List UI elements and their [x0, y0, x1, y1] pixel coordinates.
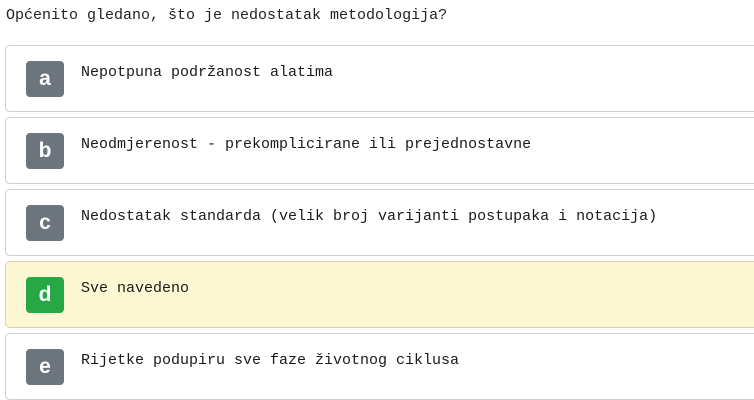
option-letter-badge-c: c: [26, 205, 64, 241]
option-letter-badge-e: e: [26, 349, 64, 385]
option-text-a: Nepotpuna podržanost alatima: [81, 64, 334, 81]
option-text-e: Rijetke podupiru sve faze životnog ciklu…: [81, 352, 460, 369]
question-text: Općenito gledano, što je nedostatak meto…: [6, 7, 448, 24]
option-text-c: Nedostatak standarda (velik broj varijan…: [81, 208, 658, 225]
answer-option-b[interactable]: b Neodmjerenost - prekomplicirane ili pr…: [5, 117, 754, 184]
option-text-b: Neodmjerenost - prekomplicirane ili prej…: [81, 136, 532, 153]
option-letter-badge-b: b: [26, 133, 64, 169]
answer-option-a[interactable]: a Nepotpuna podržanost alatima: [5, 45, 754, 112]
option-text-d: Sve navedeno: [81, 280, 190, 297]
answer-option-d[interactable]: d Sve navedeno: [5, 261, 754, 328]
answer-option-e[interactable]: e Rijetke podupiru sve faze životnog cik…: [5, 333, 754, 400]
answer-options-list: a Nepotpuna podržanost alatima b Neodmje…: [5, 45, 754, 400]
answer-option-c[interactable]: c Nedostatak standarda (velik broj varij…: [5, 189, 754, 256]
option-letter-badge-d: d: [26, 277, 64, 313]
option-letter-badge-a: a: [26, 61, 64, 97]
